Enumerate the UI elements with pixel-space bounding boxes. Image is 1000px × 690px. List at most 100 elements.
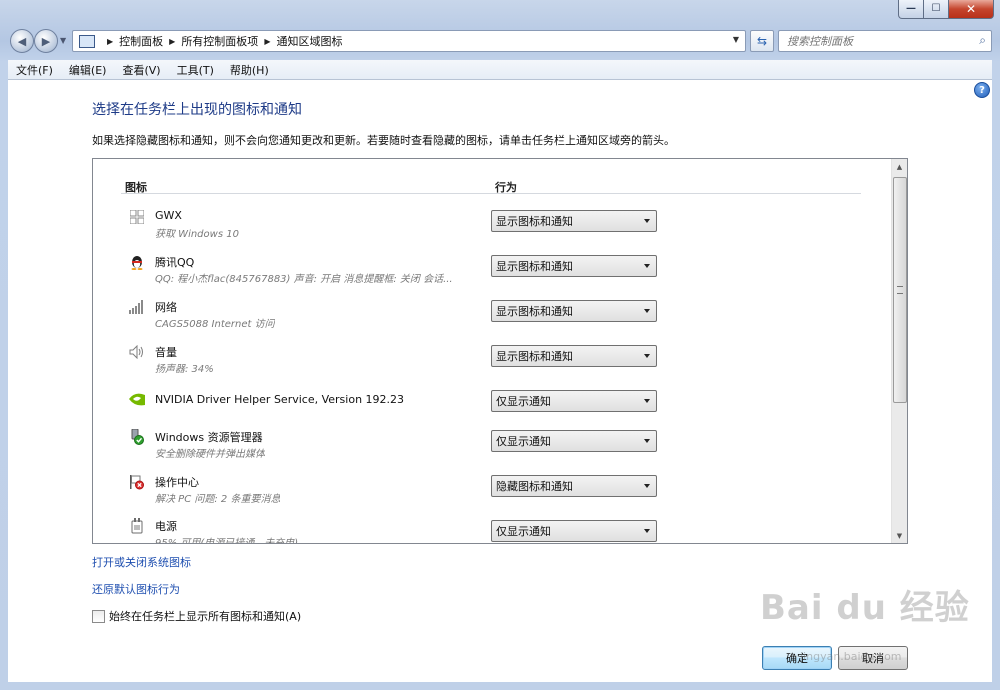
row-name: 腾讯QQ [155,256,195,269]
link-restore-defaults[interactable]: 还原默认图标行为 [92,581,180,597]
list-item-qq: 腾讯QQ QQ: 程小杰flac(845767883) 声音: 开启 消息提醒框… [93,252,883,296]
menu-view[interactable]: 查看(V) [114,62,168,78]
row-name: NVIDIA Driver Helper Service, Version 19… [155,393,405,406]
behavior-value: 仅显示通知 [496,525,551,538]
always-show-all-checkbox[interactable] [92,609,105,623]
page-description: 如果选择隐藏图标和通知，则不会向您通知更改和更新。若要随时查看隐藏的图标，请单击… [92,134,675,147]
breadcrumb-separator-icon[interactable]: ▶ [264,37,270,46]
recent-pages-dropdown[interactable]: ▼ [60,36,66,45]
chevron-down-icon [644,219,650,223]
list-item-volume: 音量 扬声器: 34% 显示图标和通知 [93,342,883,386]
row-description: 95% 可用(电源已接通，未充电) [155,538,299,544]
grip-icon [897,286,903,294]
menu-file[interactable]: 文件(F) [8,62,61,78]
breadcrumb-all-items[interactable]: 所有控制面板项 [181,33,258,49]
chevron-down-icon [644,439,650,443]
list-item-network: 网络 CAGS5088 Internet 访问 显示图标和通知 [93,297,883,341]
address-row: ◀ ▶ ▼ ▶ 控制面板 ▶ 所有控制面板项 ▶ 通知区域图标 ▼ ⇆ ⌕ [8,28,992,54]
header-divider [121,193,861,194]
scroll-down-icon[interactable]: ▼ [892,528,907,543]
address-history-dropdown[interactable]: ▼ [733,35,739,44]
behavior-dropdown[interactable]: 显示图标和通知 [491,345,657,367]
menu-help[interactable]: 帮助(H) [222,62,277,78]
row-name: GWX [155,209,182,222]
page-title: 选择在任务栏上出现的图标和通知 [92,102,302,118]
address-bar[interactable]: ▶ 控制面板 ▶ 所有控制面板项 ▶ 通知区域图标 ▼ [72,30,746,52]
breadcrumb: ▶ 控制面板 ▶ 所有控制面板项 ▶ 通知区域图标 [101,33,342,49]
power-plug-icon [129,518,145,534]
safely-remove-hardware-icon [129,429,145,445]
row-description: 获取 Windows 10 [155,229,239,240]
list-item-power: 电源 95% 可用(电源已接通，未充电) 仅显示通知 [93,516,883,544]
breadcrumb-notification-icons[interactable]: 通知区域图标 [276,33,342,49]
row-name: 音量 [155,346,177,359]
behavior-dropdown[interactable]: 显示图标和通知 [491,210,657,232]
chevron-down-icon [644,264,650,268]
scroll-up-icon[interactable]: ▲ [892,159,907,174]
breadcrumb-control-panel[interactable]: 控制面板 [119,33,163,49]
refresh-button[interactable]: ⇆ [750,30,774,52]
behavior-value: 显示图标和通知 [496,350,573,363]
search-input[interactable] [785,33,969,49]
maximize-button[interactable]: ☐ [924,0,949,19]
list-item-nvidia: NVIDIA Driver Helper Service, Version 19… [93,387,883,431]
window-frame: — ☐ ✕ ◀ ▶ ▼ ▶ 控制面板 ▶ 所有控制面板项 ▶ 通知区域图标 ▼ … [0,0,1000,690]
list-item-gwx: GWX 获取 Windows 10 显示图标和通知 [93,207,883,251]
row-description: 安全删除硬件并弹出媒体 [155,449,265,460]
behavior-value: 仅显示通知 [496,435,551,448]
chevron-down-icon [644,529,650,533]
search-icon[interactable]: ⌕ [979,33,986,48]
help-icon[interactable]: ? [974,82,990,98]
notification-icons-list: 图标 行为 GWX 获取 Windows 10 显示图标和通知 腾讯QQ QQ:… [92,158,908,544]
behavior-value: 显示图标和通知 [496,215,573,228]
windows-logo-icon [129,209,145,225]
arrow-right-icon: ▶ [41,34,51,48]
qq-penguin-icon [129,254,145,270]
scrollbar-thumb[interactable] [893,177,907,403]
maximize-icon: ☐ [931,3,941,14]
behavior-dropdown[interactable]: 显示图标和通知 [491,300,657,322]
back-button[interactable]: ◀ [10,29,34,53]
control-panel-icon [79,34,95,48]
behavior-dropdown[interactable]: 仅显示通知 [491,390,657,412]
arrow-left-icon: ◀ [17,34,27,48]
menu-edit[interactable]: 编辑(E) [61,62,115,78]
chevron-down-icon [644,484,650,488]
behavior-dropdown[interactable]: 仅显示通知 [491,430,657,452]
always-show-all-row: 始终在任务栏上显示所有图标和通知(A) [92,608,301,624]
nvidia-icon [129,391,145,407]
action-center-flag-icon [129,474,145,490]
row-description: CAGS5088 Internet 访问 [155,319,275,330]
menu-bar: 文件(F) 编辑(E) 查看(V) 工具(T) 帮助(H) [8,60,992,80]
list-item-action-center: 操作中心 解决 PC 问题: 2 条重要消息 隐藏图标和通知 [93,472,883,516]
link-system-icons[interactable]: 打开或关闭系统图标 [92,554,191,570]
window-controls: — ☐ ✕ [898,0,994,19]
behavior-dropdown[interactable]: 显示图标和通知 [491,255,657,277]
behavior-value: 隐藏图标和通知 [496,480,573,493]
behavior-dropdown[interactable]: 隐藏图标和通知 [491,475,657,497]
baidu-watermark-logo: Bai du 经验 [760,588,970,628]
behavior-dropdown[interactable]: 仅显示通知 [491,520,657,542]
chevron-down-icon [644,354,650,358]
row-name: Windows 资源管理器 [155,431,263,444]
speaker-icon [129,344,145,360]
behavior-value: 仅显示通知 [496,395,551,408]
menu-tools[interactable]: 工具(T) [169,62,222,78]
breadcrumb-separator-icon[interactable]: ▶ [169,37,175,46]
row-name: 网络 [155,301,177,314]
chevron-down-icon [644,309,650,313]
always-show-all-label[interactable]: 始终在任务栏上显示所有图标和通知(A) [109,608,301,624]
network-signal-icon [129,299,145,315]
vertical-scrollbar[interactable]: ▲ ▼ [891,159,907,543]
baidu-watermark-url: jingyan.baidu.com [800,650,902,663]
row-description: 扬声器: 34% [155,364,214,375]
search-box: ⌕ [778,30,992,52]
close-button[interactable]: ✕ [949,0,994,19]
row-name: 操作中心 [155,476,199,489]
minimize-button[interactable]: — [898,0,924,19]
breadcrumb-separator-icon: ▶ [107,36,114,46]
refresh-icon: ⇆ [756,34,768,48]
forward-button[interactable]: ▶ [34,29,58,53]
chevron-down-icon [644,399,650,403]
list-item-explorer: Windows 资源管理器 安全删除硬件并弹出媒体 仅显示通知 [93,427,883,471]
